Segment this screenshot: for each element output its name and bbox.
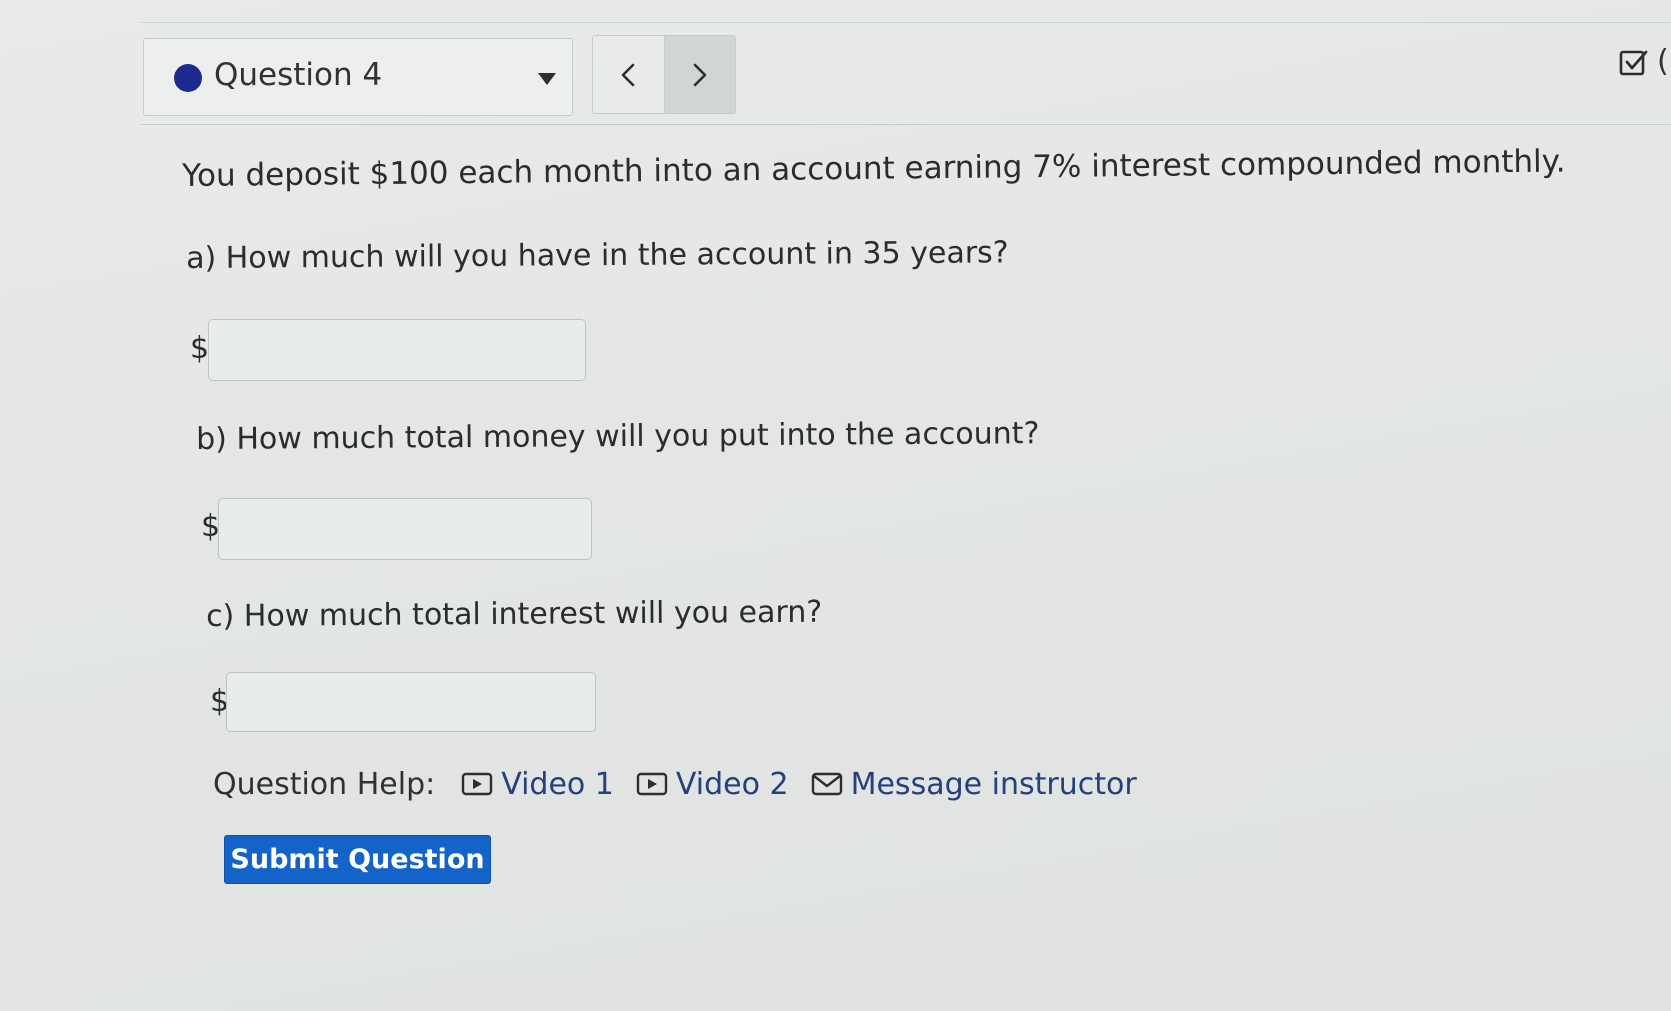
submit-question-button[interactable]: Submit Question bbox=[224, 835, 491, 884]
top-divider bbox=[140, 22, 1671, 23]
checkbox-icon[interactable] bbox=[1619, 48, 1649, 78]
part-b-answer-input[interactable] bbox=[218, 498, 592, 560]
part-c-prompt: c) How much total interest will you earn… bbox=[206, 594, 823, 634]
question-help-row: Question Help: Video 1 Video 2 Message i… bbox=[213, 764, 1159, 804]
question-nav bbox=[592, 35, 736, 114]
problem-statement: You deposit $100 each month into an acco… bbox=[182, 143, 1566, 194]
part-a-currency: $ bbox=[190, 331, 210, 366]
mail-icon bbox=[811, 772, 842, 796]
previous-question-button[interactable] bbox=[593, 36, 665, 113]
header-divider bbox=[140, 124, 1671, 125]
next-question-button[interactable] bbox=[664, 36, 735, 113]
video-2-label: Video 2 bbox=[675, 766, 789, 802]
video-icon bbox=[636, 772, 668, 796]
part-a-prompt: a) How much will you have in the account… bbox=[186, 235, 1009, 276]
video-1-label: Video 1 bbox=[501, 766, 614, 802]
part-b-prompt: b) How much total money will you put int… bbox=[196, 416, 1040, 457]
message-instructor-link[interactable]: Message instructor bbox=[811, 767, 1137, 802]
message-instructor-label: Message instructor bbox=[850, 766, 1137, 802]
truncated-header-text: ( bbox=[1657, 44, 1669, 79]
part-c-answer-input[interactable] bbox=[226, 672, 596, 732]
chevron-left-icon bbox=[621, 63, 635, 86]
video-1-link[interactable]: Video 1 bbox=[461, 767, 614, 802]
question-status-dot bbox=[174, 64, 202, 92]
chevron-right-icon bbox=[693, 63, 707, 86]
video-icon bbox=[462, 772, 493, 796]
question-selector[interactable]: Question 4 bbox=[143, 38, 573, 116]
question-help-label: Question Help: bbox=[213, 766, 436, 802]
part-a-answer-input[interactable] bbox=[208, 319, 586, 381]
video-2-link[interactable]: Video 2 bbox=[636, 767, 789, 802]
caret-down-icon bbox=[538, 73, 556, 85]
question-label: Question 4 bbox=[214, 57, 383, 93]
